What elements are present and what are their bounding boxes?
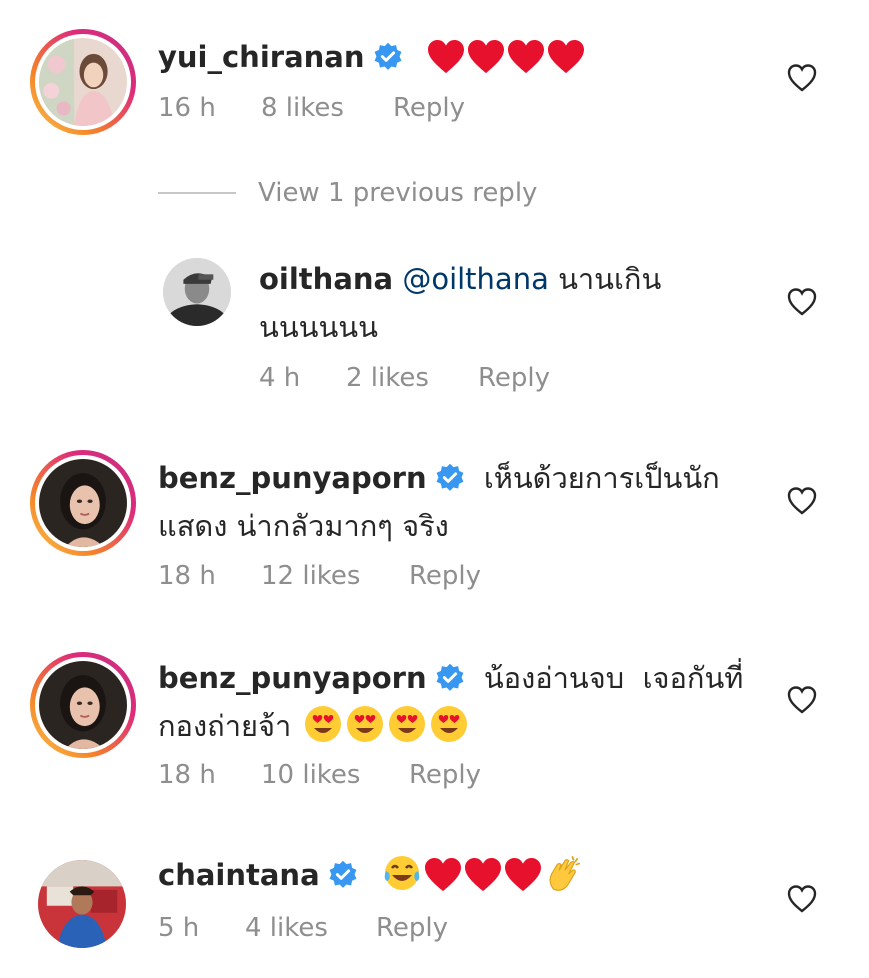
- emoji-group: [303, 704, 471, 757]
- comment-username[interactable]: benz_punyaporn: [158, 661, 427, 695]
- comment-likes-count[interactable]: 12 likes: [261, 558, 360, 594]
- heart-outline-icon[interactable]: [787, 685, 817, 715]
- comment-time: 4 h: [259, 363, 301, 393]
- verified-badge-icon: [374, 42, 401, 70]
- comment-username[interactable]: oilthana: [259, 262, 393, 296]
- heart-eyes-face-icon: [431, 706, 468, 742]
- divider: [158, 192, 236, 194]
- reply-button[interactable]: Reply: [478, 360, 550, 396]
- profile-photo-icon: [39, 459, 127, 547]
- verified-badge-icon: [436, 463, 464, 491]
- reply-button[interactable]: Reply: [393, 90, 465, 126]
- heart-outline-icon[interactable]: [787, 486, 817, 516]
- verified-badge-icon: [329, 860, 357, 888]
- comment-text: เห็นด้วยการเป็นนัก: [483, 461, 720, 495]
- clapping-hands-icon: [549, 856, 580, 891]
- reply-button[interactable]: Reply: [376, 910, 448, 946]
- avatar[interactable]: [163, 258, 231, 326]
- avatar[interactable]: [38, 860, 126, 948]
- red-heart-icon: [507, 39, 544, 74]
- comment-time: 18 h: [158, 760, 216, 790]
- comment-text: กองถ่ายจ้า: [158, 709, 292, 743]
- emoji-group: [382, 853, 584, 906]
- heart-eyes-face-icon: [305, 706, 342, 742]
- comment-likes-count[interactable]: 2 likes: [346, 360, 429, 396]
- heart-eyes-face-icon: [389, 706, 426, 742]
- reply-button[interactable]: Reply: [409, 757, 481, 793]
- comment-likes-count[interactable]: 10 likes: [261, 757, 360, 793]
- red-heart-icon: [467, 39, 504, 74]
- view-replies-label[interactable]: View 1 previous reply: [258, 178, 537, 208]
- red-heart-icon: [464, 857, 501, 892]
- reply-button[interactable]: Reply: [409, 558, 481, 594]
- profile-photo-icon: [163, 258, 231, 326]
- view-previous-replies[interactable]: View 1 previous reply: [158, 174, 537, 212]
- comment-text: นานเกิน: [558, 262, 662, 296]
- comment-username[interactable]: yui_chiranan: [158, 40, 365, 74]
- comment-text: แสดง น่ากลัวมากๆ จริง: [158, 509, 449, 543]
- emoji-group: [427, 39, 587, 88]
- heart-eyes-face-icon: [347, 706, 384, 742]
- heart-outline-icon[interactable]: [787, 884, 817, 914]
- verified-badge-icon: [436, 663, 464, 691]
- red-heart-icon: [547, 39, 584, 74]
- comments-page: yui_chiranan 16 h 8 likes Reply View 1 p…: [0, 0, 869, 978]
- red-heart-icon: [427, 39, 464, 74]
- comment-time: 18 h: [158, 561, 216, 591]
- tears-of-joy-face-icon: [384, 856, 419, 890]
- heart-outline-icon[interactable]: [787, 63, 817, 93]
- avatar[interactable]: [30, 450, 136, 556]
- comment-text: นนนนนน: [259, 310, 378, 344]
- red-heart-icon: [504, 857, 541, 892]
- profile-photo-icon: [39, 38, 127, 126]
- mention-link[interactable]: @oilthana: [402, 262, 549, 296]
- avatar[interactable]: [30, 652, 136, 758]
- comment-text: น้องอ่านจบ เจอกันที่: [483, 661, 744, 695]
- comment-time: 5 h: [158, 913, 200, 943]
- comment-time: 16 h: [158, 93, 216, 123]
- red-heart-icon: [424, 857, 461, 892]
- profile-photo-icon: [39, 661, 127, 749]
- heart-outline-icon[interactable]: [787, 287, 817, 317]
- avatar[interactable]: [30, 29, 136, 135]
- comment-username[interactable]: chaintana: [158, 858, 320, 892]
- comment-username[interactable]: benz_punyaporn: [158, 461, 427, 495]
- comment-likes-count[interactable]: 8 likes: [261, 90, 344, 126]
- profile-photo-icon: [38, 860, 126, 948]
- comment-likes-count[interactable]: 4 likes: [245, 910, 328, 946]
